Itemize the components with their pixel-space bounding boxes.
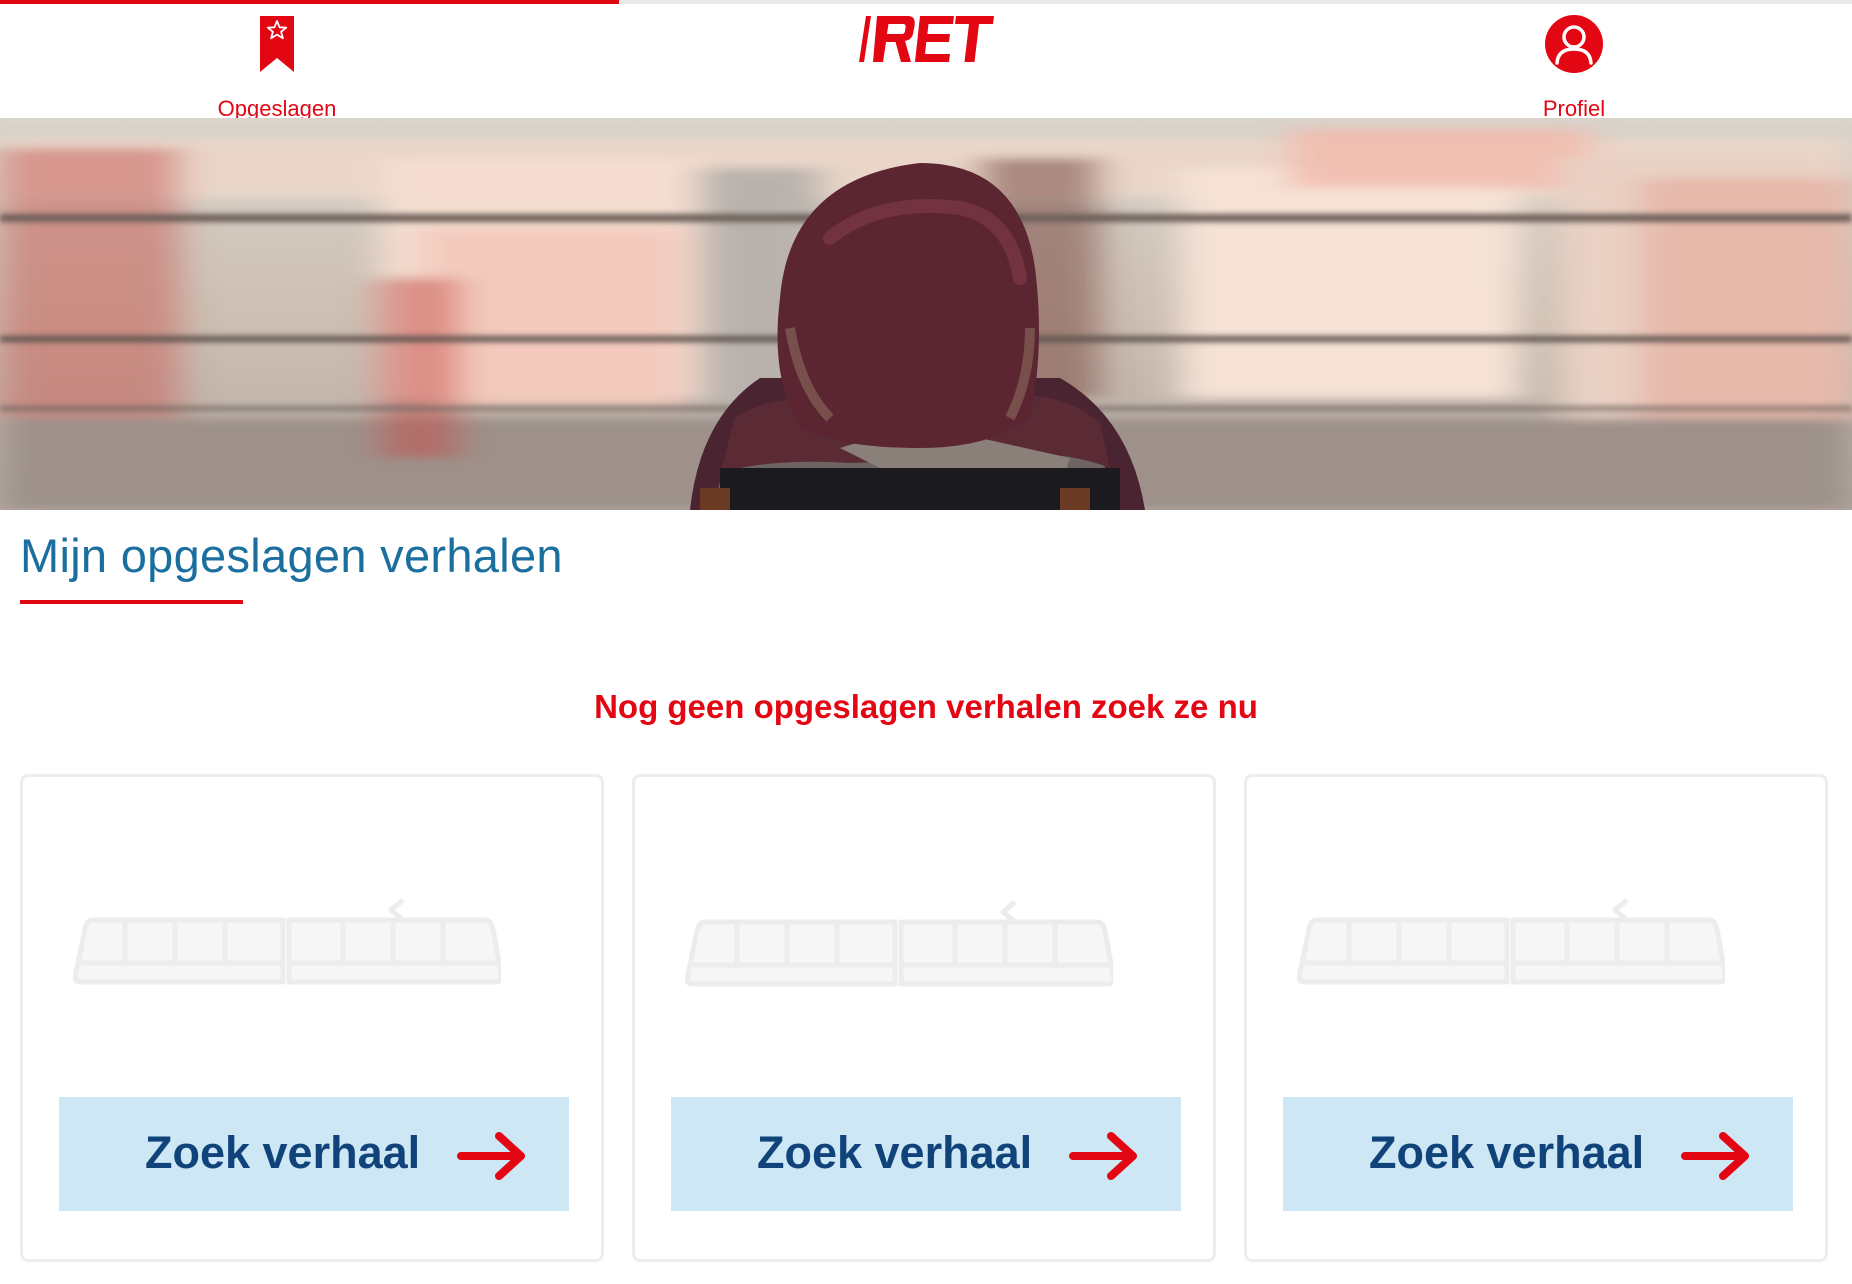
tram-icon (685, 900, 1113, 987)
reading-progress-fill (0, 0, 619, 4)
hero-image-metro-platform (0, 118, 1852, 510)
nav-saved-button[interactable]: Opgeslagen (187, 14, 367, 122)
find-story-label: Zoek verhaal (1369, 1127, 1645, 1178)
reading-progress-bar (0, 0, 1852, 4)
find-story-button[interactable]: Zoek verhaal (59, 1097, 569, 1211)
find-story-label: Zoek verhaal (145, 1127, 421, 1178)
find-story-button[interactable]: Zoek verhaal (671, 1097, 1181, 1211)
arrow-right-icon (1069, 1132, 1137, 1180)
tram-icon (1297, 898, 1725, 985)
tram-icon (73, 898, 501, 985)
top-navigation-bar: Opgeslagen Profiel (0, 0, 1852, 121)
bookmark-star-icon (260, 16, 294, 72)
nav-profile-button[interactable]: Profiel (1484, 14, 1664, 122)
story-card: Zoek verhaal (1244, 774, 1828, 1262)
story-card: Zoek verhaal (20, 774, 604, 1262)
arrow-right-icon (1681, 1132, 1749, 1180)
story-card: Zoek verhaal (632, 774, 1216, 1262)
empty-state-message: Nog geen opgeslagen verhalen zoek ze nu (594, 688, 1258, 725)
page-title: Mijn opgeslagen verhalen (20, 529, 563, 582)
user-circle-icon (1545, 15, 1603, 73)
find-story-label: Zoek verhaal (757, 1127, 1033, 1178)
title-underline (20, 600, 243, 604)
ret-logo[interactable] (858, 14, 994, 64)
arrow-right-icon (457, 1132, 525, 1180)
find-story-button[interactable]: Zoek verhaal (1283, 1097, 1793, 1211)
